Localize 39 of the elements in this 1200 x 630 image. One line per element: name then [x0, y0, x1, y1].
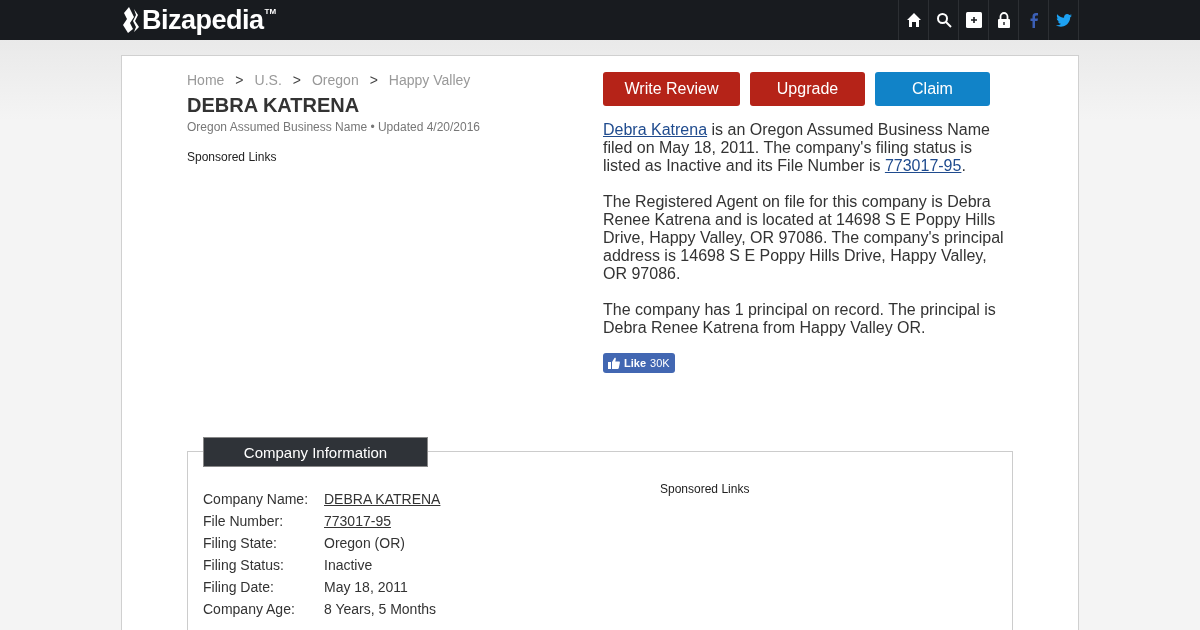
- field-label: Filing Date:: [203, 579, 275, 595]
- action-button[interactable]: Upgrade: [750, 72, 865, 106]
- breadcrumb-separator: >: [292, 72, 301, 88]
- field-label: Filing State:: [203, 535, 278, 551]
- description-paragraph: The company has 1 principal on record. The principal is Debra Renee Katrena from Happy Valley OR.: [603, 301, 997, 337]
- description-paragraph: Debra Katrena is an Oregon Assumed Business Name filed on May 18, 2011. The company's filing status is listed as Inactive and its File Number is 773017-95.: [603, 121, 991, 175]
- field-label: Filing Status:: [203, 557, 285, 573]
- like-count: 30K: [650, 357, 670, 369]
- home-icon: [905, 12, 922, 28]
- action-button[interactable]: Write Review: [603, 72, 740, 106]
- text-link[interactable]: 773017-95: [884, 157, 962, 174]
- page-title: DEBRA KATRENA: [187, 94, 361, 117]
- breadcrumb-separator: >: [369, 72, 378, 88]
- field-value: Oregon (OR): [324, 535, 405, 551]
- field-label: Company Age:: [203, 601, 296, 617]
- field-link[interactable]: 773017-95: [324, 513, 391, 529]
- field-link[interactable]: DEBRA KATRENA: [324, 491, 441, 507]
- breadcrumb-separator: >: [235, 72, 244, 88]
- logo-text: Bizapedia: [142, 4, 264, 36]
- subtitle: Oregon Assumed Business Name • Updated 4/20/2016: [187, 120, 482, 134]
- twitter-icon: [1055, 12, 1072, 28]
- panel-title: Company Information: [203, 437, 428, 467]
- like-button[interactable]: Like 30K: [603, 353, 675, 373]
- description-paragraph: The Registered Agent on file for this company is Debra Renee Katrena and is located at 14698 S E Poppy Hills Drive, Happy Valley, OR 97086. The company's principal address is 14698 S E Poppy Hills Drive, Happy Valley, OR 97086.: [603, 193, 1005, 283]
- lock-icon: [995, 12, 1012, 28]
- text-link[interactable]: Debra Katrena: [603, 121, 708, 138]
- field-label: Company Name:: [203, 491, 310, 507]
- sponsored-label: Sponsored Links: [660, 482, 750, 498]
- add-icon: [965, 12, 982, 28]
- action-button[interactable]: Claim: [875, 72, 990, 106]
- search-icon: [935, 12, 952, 28]
- field-value: 8 Years, 5 Months: [324, 601, 437, 617]
- sponsored-label: Sponsored Links: [187, 150, 278, 164]
- thumbs-up-icon: [608, 357, 620, 369]
- field-label: File Number:: [203, 513, 285, 529]
- field-value: Inactive: [324, 557, 373, 573]
- logo-icon: [121, 5, 141, 35]
- field-value: May 18, 2011: [324, 579, 408, 595]
- trademark-mark: TM: [264, 7, 277, 16]
